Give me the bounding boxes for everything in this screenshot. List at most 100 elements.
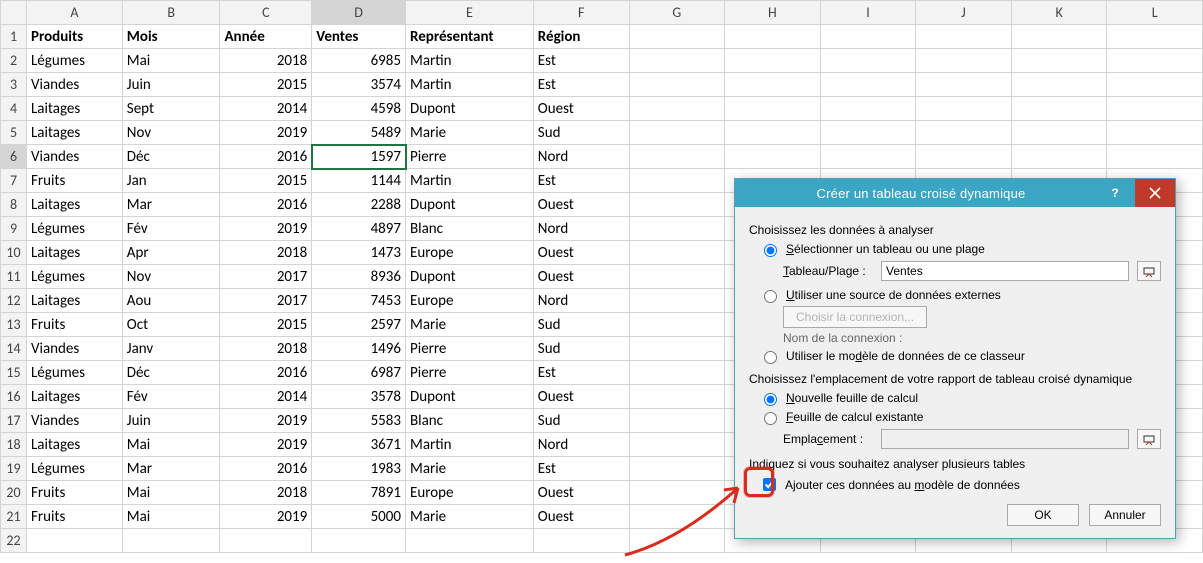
- cell-I2[interactable]: [820, 49, 916, 73]
- cell-C14[interactable]: 2018: [220, 337, 312, 361]
- col-header-G[interactable]: G: [629, 1, 725, 25]
- cell-E4[interactable]: Dupont: [406, 97, 534, 121]
- cell-E13[interactable]: Marie: [406, 313, 534, 337]
- row-header-17[interactable]: 17: [1, 409, 27, 433]
- cell-D22[interactable]: [312, 529, 406, 553]
- cell-B8[interactable]: Mar: [122, 193, 220, 217]
- cell-F10[interactable]: Ouest: [533, 241, 629, 265]
- cell-C2[interactable]: 2018: [220, 49, 312, 73]
- cell-B3[interactable]: Juin: [122, 73, 220, 97]
- cell-C8[interactable]: 2016: [220, 193, 312, 217]
- row-header-2[interactable]: 2: [1, 49, 27, 73]
- radio-new-sheet[interactable]: Nouvelle feuille de calcul: [759, 390, 1161, 406]
- dialog-close-button[interactable]: [1135, 179, 1175, 207]
- cell-F17[interactable]: Sud: [533, 409, 629, 433]
- cell-F4[interactable]: Ouest: [533, 97, 629, 121]
- row-header-20[interactable]: 20: [1, 481, 27, 505]
- cell-B20[interactable]: Mai: [122, 481, 220, 505]
- row-header-6[interactable]: 6: [1, 145, 27, 169]
- cell-J5[interactable]: [916, 121, 1012, 145]
- cell-I5[interactable]: [820, 121, 916, 145]
- cell-B6[interactable]: Déc: [122, 145, 220, 169]
- cell-G16[interactable]: [629, 385, 725, 409]
- collapse-dialog-button-2[interactable]: [1137, 429, 1161, 449]
- cell-A6[interactable]: Viandes: [26, 145, 122, 169]
- cell-F21[interactable]: Ouest: [533, 505, 629, 529]
- cell-G7[interactable]: [629, 169, 725, 193]
- cell-G5[interactable]: [629, 121, 725, 145]
- cell-D2[interactable]: 6985: [312, 49, 406, 73]
- radio-use-data-model[interactable]: Utiliser le modèle de données de ce clas…: [759, 348, 1161, 364]
- cell-D9[interactable]: 4897: [312, 217, 406, 241]
- cell-L6[interactable]: [1107, 145, 1203, 169]
- cell-F20[interactable]: Ouest: [533, 481, 629, 505]
- location-input[interactable]: [881, 429, 1129, 449]
- col-header-F[interactable]: F: [533, 1, 629, 25]
- row-header-1[interactable]: 1: [1, 25, 27, 49]
- radio-use-data-model-input[interactable]: [764, 351, 777, 364]
- cell-D7[interactable]: 1144: [312, 169, 406, 193]
- cell-C1[interactable]: Année: [220, 25, 312, 49]
- cell-D18[interactable]: 3671: [312, 433, 406, 457]
- cell-C19[interactable]: 2016: [220, 457, 312, 481]
- cell-G4[interactable]: [629, 97, 725, 121]
- cell-D15[interactable]: 6987: [312, 361, 406, 385]
- cell-E19[interactable]: Marie: [406, 457, 534, 481]
- cell-A17[interactable]: Viandes: [26, 409, 122, 433]
- cell-E16[interactable]: Dupont: [406, 385, 534, 409]
- cell-G11[interactable]: [629, 265, 725, 289]
- cell-K5[interactable]: [1011, 121, 1107, 145]
- cell-I6[interactable]: [820, 145, 916, 169]
- choose-connection-button[interactable]: Choisir la connexion...: [783, 306, 927, 328]
- cell-G15[interactable]: [629, 361, 725, 385]
- cell-L2[interactable]: [1107, 49, 1203, 73]
- cell-D13[interactable]: 2597: [312, 313, 406, 337]
- cell-A22[interactable]: [26, 529, 122, 553]
- checkbox-add-to-model-input[interactable]: [763, 478, 776, 491]
- cell-J4[interactable]: [916, 97, 1012, 121]
- cell-B10[interactable]: Apr: [122, 241, 220, 265]
- cell-C5[interactable]: 2019: [220, 121, 312, 145]
- radio-external-source-input[interactable]: [764, 290, 777, 303]
- cell-A7[interactable]: Fruits: [26, 169, 122, 193]
- cell-A2[interactable]: Légumes: [26, 49, 122, 73]
- cell-G9[interactable]: [629, 217, 725, 241]
- cell-K3[interactable]: [1011, 73, 1107, 97]
- cell-F11[interactable]: Ouest: [533, 265, 629, 289]
- col-header-A[interactable]: A: [26, 1, 122, 25]
- cell-A20[interactable]: Fruits: [26, 481, 122, 505]
- cell-E12[interactable]: Europe: [406, 289, 534, 313]
- col-header-I[interactable]: I: [820, 1, 916, 25]
- cell-C10[interactable]: 2018: [220, 241, 312, 265]
- row-header-10[interactable]: 10: [1, 241, 27, 265]
- col-header-J[interactable]: J: [916, 1, 1012, 25]
- row-header-11[interactable]: 11: [1, 265, 27, 289]
- col-header-C[interactable]: C: [220, 1, 312, 25]
- radio-external-source[interactable]: Utiliser une source de données externes: [759, 287, 1161, 303]
- col-header-B[interactable]: B: [122, 1, 220, 25]
- cell-C17[interactable]: 2019: [220, 409, 312, 433]
- cell-B14[interactable]: Janv: [122, 337, 220, 361]
- cell-I3[interactable]: [820, 73, 916, 97]
- cell-F16[interactable]: Ouest: [533, 385, 629, 409]
- cell-B1[interactable]: Mois: [122, 25, 220, 49]
- cell-E10[interactable]: Europe: [406, 241, 534, 265]
- cell-E20[interactable]: Europe: [406, 481, 534, 505]
- cell-F7[interactable]: Est: [533, 169, 629, 193]
- cell-G21[interactable]: [629, 505, 725, 529]
- row-header-9[interactable]: 9: [1, 217, 27, 241]
- cell-A9[interactable]: Légumes: [26, 217, 122, 241]
- cell-B4[interactable]: Sept: [122, 97, 220, 121]
- cell-D1[interactable]: Ventes: [312, 25, 406, 49]
- cell-D4[interactable]: 4598: [312, 97, 406, 121]
- radio-new-sheet-input[interactable]: [764, 393, 777, 406]
- cell-L1[interactable]: [1107, 25, 1203, 49]
- row-header-21[interactable]: 21: [1, 505, 27, 529]
- col-header-D[interactable]: D: [312, 1, 406, 25]
- cell-C16[interactable]: 2014: [220, 385, 312, 409]
- cell-C13[interactable]: 2015: [220, 313, 312, 337]
- cell-E21[interactable]: Marie: [406, 505, 534, 529]
- cell-F22[interactable]: [533, 529, 629, 553]
- cell-D8[interactable]: 2288: [312, 193, 406, 217]
- cell-F15[interactable]: Est: [533, 361, 629, 385]
